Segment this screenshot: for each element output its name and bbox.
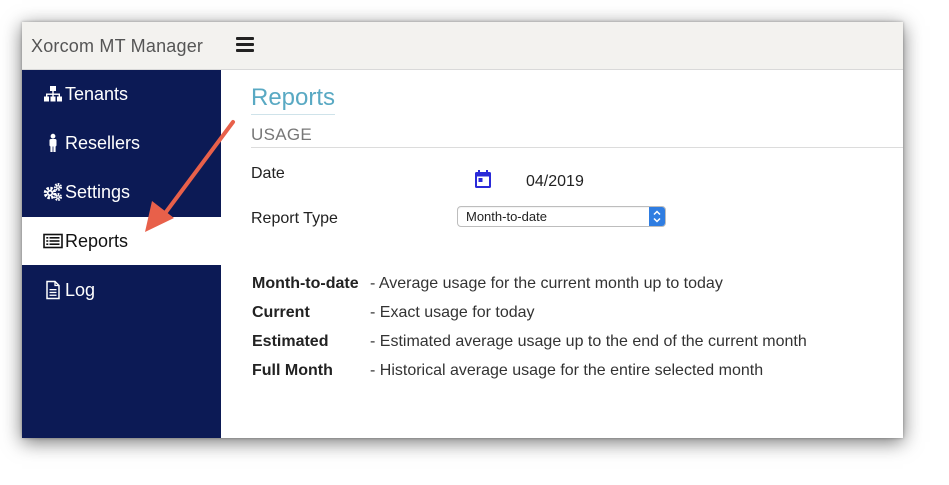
gears-icon xyxy=(43,182,63,202)
description-term: Month-to-date xyxy=(252,275,359,292)
report-type-label: Report Type xyxy=(251,210,338,227)
date-label: Date xyxy=(251,165,285,182)
sidebar-item-label: Reports xyxy=(65,231,129,251)
hamburger-menu-icon[interactable] xyxy=(236,37,254,53)
description-term: Estimated xyxy=(252,333,329,350)
section-divider xyxy=(251,147,903,148)
sidebar-item-settings[interactable]: Settings xyxy=(22,168,221,216)
section-title: USAGE xyxy=(251,125,313,144)
report-type-select[interactable]: Month-to-date xyxy=(457,206,666,227)
sidebar-item-label: Resellers xyxy=(65,133,141,153)
main-content: Reports USAGE Date 04/2019 Report Type M… xyxy=(221,70,903,438)
sitemap-icon xyxy=(43,84,63,104)
description-text: - Historical average usage for the entir… xyxy=(370,362,764,379)
description-text: - Exact usage for today xyxy=(370,304,535,321)
top-bar: Xorcom MT Manager xyxy=(22,22,903,70)
date-value[interactable]: 04/2019 xyxy=(526,173,584,191)
sidebar-item-tenants[interactable]: Tenants xyxy=(22,70,221,118)
list-icon xyxy=(43,231,63,251)
document-icon xyxy=(43,280,63,300)
sidebar-item-reports[interactable]: Reports xyxy=(22,217,221,265)
calendar-icon[interactable] xyxy=(473,169,493,189)
chevron-updown-icon xyxy=(649,207,665,226)
description-text: - Average usage for the current month up… xyxy=(370,275,723,292)
description-term: Full Month xyxy=(252,362,333,379)
sidebar-item-label: Log xyxy=(65,280,96,300)
sidebar-item-label: Settings xyxy=(65,182,131,202)
description-text: - Estimated average usage up to the end … xyxy=(370,333,807,350)
sidebar-item-log[interactable]: Log xyxy=(22,266,221,314)
sidebar: Tenants Resellers Settings Reports Log xyxy=(22,70,221,438)
page-title: Reports xyxy=(251,84,336,115)
sidebar-item-label: Tenants xyxy=(65,84,129,104)
person-icon xyxy=(43,133,63,153)
sidebar-item-resellers[interactable]: Resellers xyxy=(22,119,221,167)
app-window: Xorcom MT Manager Tenants Resellers Sett… xyxy=(22,22,903,438)
description-term: Current xyxy=(252,304,310,321)
app-title: Xorcom MT Manager xyxy=(31,36,204,56)
report-type-selected-value: Month-to-date xyxy=(466,209,547,224)
